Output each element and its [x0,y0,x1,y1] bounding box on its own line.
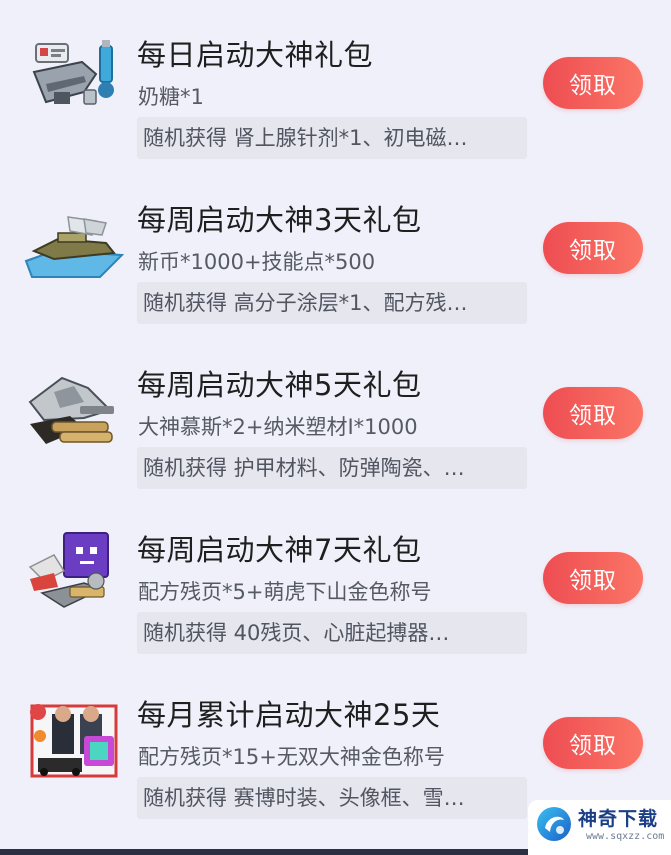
weapon-pack-icon [24,32,124,120]
bottom-edge [0,849,528,855]
watermark-url: www.sqxzz.com [586,831,665,842]
box-character-pack-icon [24,527,124,615]
gift-random-rewards: 随机获得 肾上腺针剂*1、初电磁… [137,117,527,159]
gift-row-daily: 每日启动大神礼包 奶糖*1 随机获得 肾上腺针剂*1、初电磁… 领取 [0,10,671,175]
claim-button[interactable]: 领取 [543,222,643,274]
gift-title: 每周启动大神7天礼包 [137,533,422,567]
claim-button[interactable]: 领取 [543,552,643,604]
gift-reward: 奶糖*1 [138,85,204,109]
watermark: 神奇下载 www.sqxzz.com [528,800,671,855]
gift-pack-list: 每日启动大神礼包 奶糖*1 随机获得 肾上腺针剂*1、初电磁… 领取 每周启动大… [0,0,671,855]
materials-pack-icon [24,362,124,450]
gift-row-weekly-5: 每周启动大神5天礼包 大神慕斯*2+纳米塑材Ⅰ*1000 随机获得 护甲材料、防… [0,340,671,505]
gift-random-rewards: 随机获得 40残页、心脏起搏器… [137,612,527,654]
claim-button[interactable]: 领取 [543,717,643,769]
gift-row-weekly-7: 每周启动大神7天礼包 配方残页*5+萌虎下山金色称号 随机获得 40残页、心脏起… [0,505,671,670]
gift-reward: 配方残页*15+无双大神金色称号 [138,745,445,769]
gift-random-rewards: 随机获得 护甲材料、防弹陶瓷、… [137,447,527,489]
fashion-pack-icon [24,692,124,780]
claim-button[interactable]: 领取 [543,57,643,109]
gift-reward: 新币*1000+技能点*500 [138,250,376,274]
gift-title: 每周启动大神3天礼包 [137,203,422,237]
gift-reward: 大神慕斯*2+纳米塑材Ⅰ*1000 [138,415,418,439]
gift-reward: 配方残页*5+萌虎下山金色称号 [138,580,432,604]
watermark-name: 神奇下载 [578,808,659,830]
gift-title: 每日启动大神礼包 [137,38,374,72]
gift-title: 每周启动大神5天礼包 [137,368,422,402]
vehicle-pack-icon [24,197,125,285]
gift-random-rewards: 随机获得 高分子涂层*1、配方残… [137,282,527,324]
gift-random-rewards: 随机获得 赛博时装、头像框、雪… [137,777,527,819]
claim-button[interactable]: 领取 [543,387,643,439]
gift-title: 每月累计启动大神25天 [137,698,441,732]
gift-row-weekly-3: 每周启动大神3天礼包 新币*1000+技能点*500 随机获得 高分子涂层*1、… [0,175,671,340]
watermark-logo-icon [536,806,572,842]
